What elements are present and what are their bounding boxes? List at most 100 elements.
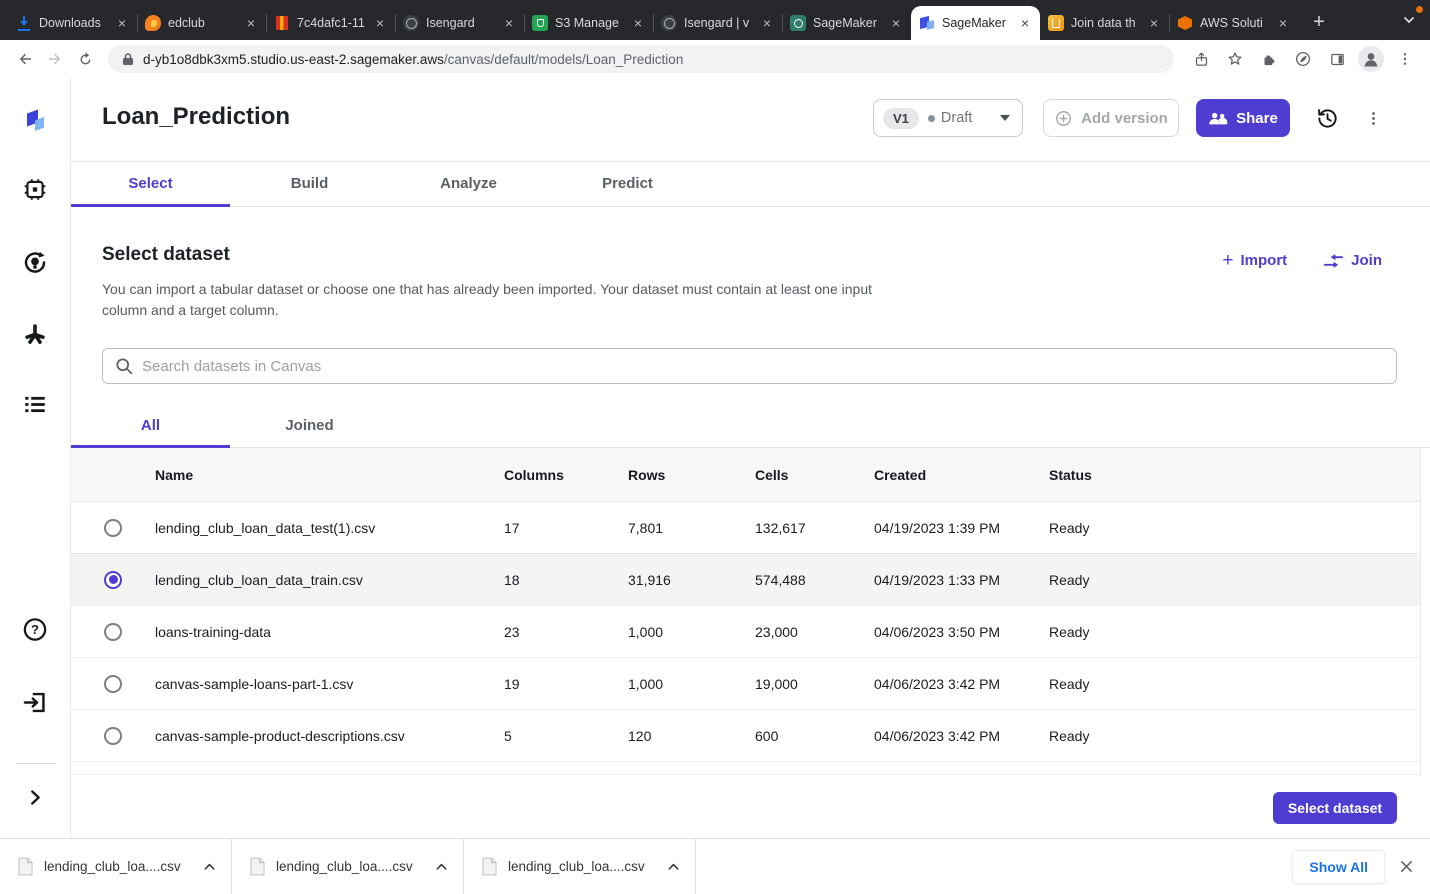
tab-title: Isengard | v [684,16,753,30]
filter-tab[interactable]: All [71,405,230,447]
update-dot [1416,6,1423,13]
browser-tab[interactable]: 7c4dafc1-11 × [266,6,395,40]
help-icon[interactable]: ? [22,616,49,648]
dataset-rows: 120 [628,728,755,744]
table-header: Name Columns Rows Cells Created Status [71,448,1420,502]
tab-close-icon[interactable]: × [1276,15,1290,31]
dataset-rows: 1,000 [628,676,755,692]
chevron-down-icon [1402,13,1416,27]
list-icon[interactable] [22,392,48,423]
bookmark-button[interactable] [1220,44,1250,74]
version-history-button[interactable] [1316,107,1339,130]
browser-menu-button[interactable] [1390,44,1420,74]
tab-close-icon[interactable]: × [115,15,129,31]
extensions-button[interactable] [1254,44,1284,74]
tab-favicon-icon [661,15,677,31]
table-row[interactable]: lending_club_loan_data_train.csv 18 31,9… [71,554,1420,606]
chevron-up-icon[interactable] [434,860,449,873]
tab-close-icon[interactable]: × [373,15,387,31]
browser-tab[interactable]: Join data th × [1040,6,1169,40]
profile-button[interactable] [1356,44,1386,74]
browser-tab[interactable]: SageMaker × [782,6,911,40]
join-button[interactable]: Join [1323,251,1382,270]
tab-search-button[interactable] [1402,13,1416,32]
logout-icon[interactable] [22,689,49,721]
tab-favicon-icon [274,15,290,31]
filter-tab[interactable]: Joined [230,405,389,447]
lock-icon [122,52,134,66]
share-page-button[interactable] [1186,44,1216,74]
step-tab[interactable]: Analyze [389,162,548,206]
canvas-logo-icon[interactable] [21,106,49,139]
tab-close-icon[interactable]: × [631,15,645,31]
dataset-created: 04/06/2023 3:42 PM [874,676,1049,692]
dataset-search[interactable] [102,348,1397,384]
show-all-button[interactable]: Show All [1292,850,1385,884]
search-input[interactable] [142,358,1384,375]
browser-tab[interactable]: SageMaker × [911,6,1040,40]
tab-close-icon[interactable]: × [889,15,903,31]
table-row[interactable]: canvas-sample-product-descriptions.csv 5… [71,710,1420,762]
reload-button[interactable] [70,44,100,74]
model-step-tabs: Select Build Analyze Predict [71,162,1430,207]
download-item[interactable]: lending_club_loa....csv [0,839,232,894]
table-row[interactable]: lending_club_loan_data_test(1).csv 17 7,… [71,502,1420,554]
dataset-cells: 600 [755,728,874,744]
models-chip-icon[interactable] [22,177,48,208]
browser-tab[interactable]: AWS Soluti × [1169,6,1298,40]
file-icon [250,857,265,876]
section-description: You can import a tabular dataset or choo… [102,279,894,321]
browser-tab[interactable]: Downloads × [8,6,137,40]
table-end-strip [71,762,1420,775]
tab-close-icon[interactable]: × [244,15,258,31]
join-icon [1323,253,1344,269]
dataset-radio[interactable] [104,571,122,589]
step-tab[interactable]: Predict [548,162,707,206]
dataset-radio[interactable] [104,675,122,693]
status-dot [928,115,935,122]
forward-button[interactable] [40,44,70,74]
side-panel-button[interactable] [1322,44,1352,74]
tab-close-icon[interactable]: × [502,15,516,31]
tab-title: 7c4dafc1-11 [297,16,366,30]
step-tab[interactable]: Build [230,162,389,206]
version-dropdown[interactable]: V1 Draft [873,99,1023,137]
table-row[interactable]: canvas-sample-loans-part-1.csv 19 1,000 … [71,658,1420,710]
dataset-cells: 19,000 [755,676,874,692]
tab-title: SageMaker [942,16,1011,30]
dataset-radio[interactable] [104,727,122,745]
extension-leaf-button[interactable] [1288,44,1318,74]
add-version-button[interactable]: Add version [1043,99,1179,137]
puzzle-icon [1261,51,1278,68]
share-button[interactable]: Share [1196,99,1290,137]
table-row[interactable]: loans-training-data 23 1,000 23,000 04/0… [71,606,1420,658]
ready-models-icon[interactable] [22,249,49,281]
close-downloads-icon[interactable] [1399,859,1414,874]
browser-tab[interactable]: edclub × [137,6,266,40]
dataset-radio[interactable] [104,623,122,641]
tab-favicon-icon [1177,15,1193,31]
download-item[interactable]: lending_club_loa....csv [232,839,464,894]
dataset-radio[interactable] [104,519,122,537]
tab-close-icon[interactable]: × [1018,15,1032,31]
expand-sidebar-icon[interactable] [24,787,46,814]
import-button[interactable]: + Import [1222,251,1287,270]
browser-tab[interactable]: Isengard × [395,6,524,40]
back-button[interactable] [10,44,40,74]
download-item[interactable]: lending_club_loa....csv [464,839,696,894]
url-bar[interactable]: d-yb1o8dbk3xm5.studio.us-east-2.sagemake… [108,45,1174,73]
step-tab[interactable]: Select [71,162,230,206]
chevron-up-icon[interactable] [666,860,681,873]
tab-close-icon[interactable]: × [1147,15,1161,31]
new-tab-button[interactable]: + [1304,7,1334,37]
browser-tab[interactable]: S3 Manage × [524,6,653,40]
col-header-status: Status [1049,467,1420,483]
select-dataset-button[interactable]: Select dataset [1273,792,1397,824]
chevron-up-icon[interactable] [202,860,217,873]
people-icon [1208,111,1228,126]
header-menu-button[interactable] [1365,110,1382,127]
automations-icon[interactable] [22,321,49,353]
tab-close-icon[interactable]: × [760,15,774,31]
browser-tab[interactable]: Isengard | v × [653,6,782,40]
tab-favicon-icon [790,15,806,31]
